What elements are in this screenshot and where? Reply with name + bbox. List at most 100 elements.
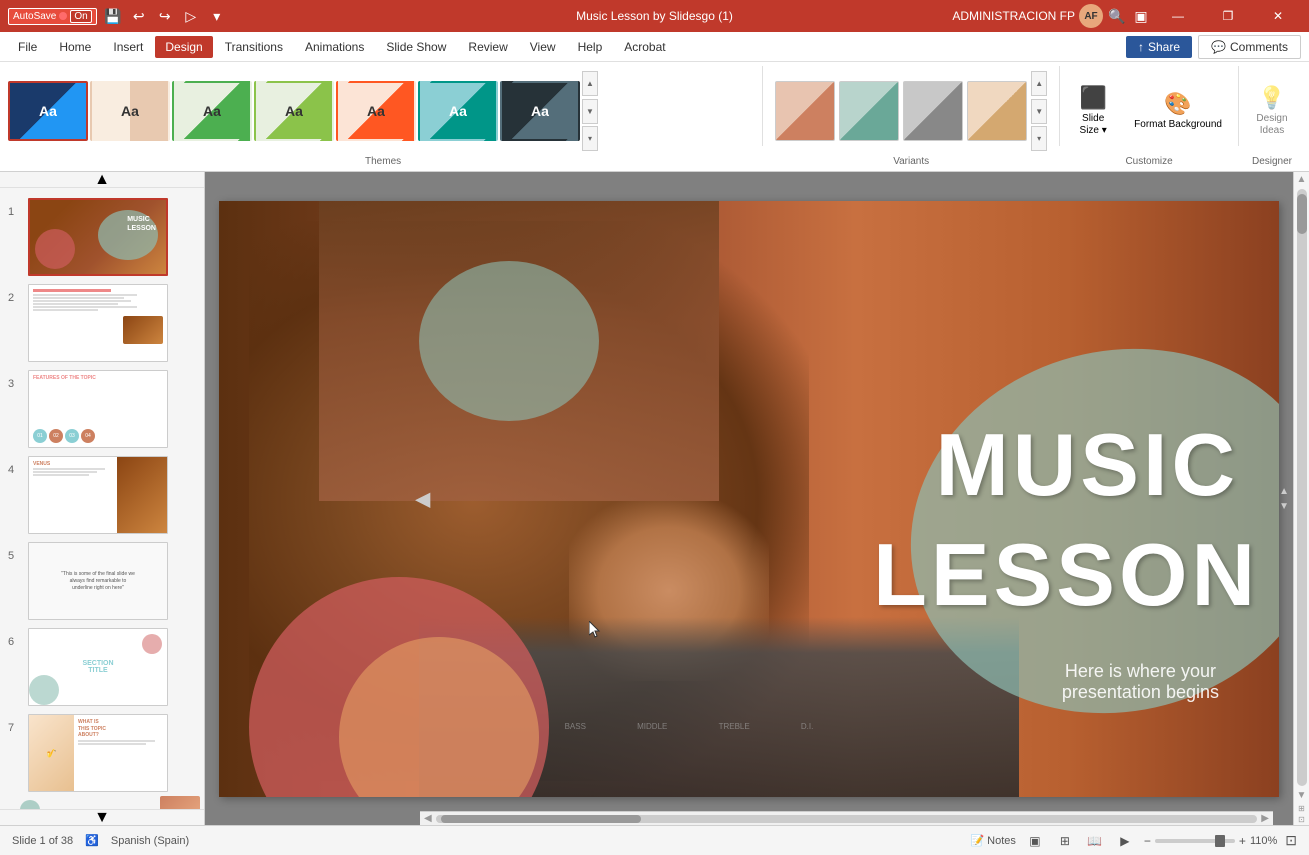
h-scroll-thumb[interactable]	[441, 815, 641, 823]
slide-size-button[interactable]: ⬛ SlideSize ▾	[1068, 81, 1118, 141]
variants-scroll-down[interactable]: ▼	[1031, 99, 1047, 124]
redo-icon[interactable]: ↪	[155, 6, 175, 26]
zoom-slider[interactable]	[1155, 839, 1235, 843]
variant-1[interactable]	[775, 81, 835, 141]
zoom-in-button[interactable]: +	[1239, 834, 1246, 848]
slide-thumb-3[interactable]: 3 FEATURES OF THE TOPIC 01 02 03 04	[0, 366, 204, 452]
theme-item-1[interactable]: Aa	[8, 81, 88, 141]
zoom-fit-button[interactable]: ⊡	[1297, 814, 1306, 825]
fit-slide-button[interactable]: ⊡	[1285, 832, 1297, 849]
teal-overlay-small	[419, 261, 599, 421]
menu-help[interactable]: Help	[568, 36, 613, 58]
format-background-button[interactable]: 🎨 Format Background	[1126, 87, 1230, 135]
variants-scroll-up[interactable]: ▲	[1031, 71, 1047, 96]
menu-view[interactable]: View	[520, 36, 566, 58]
theme-item-4[interactable]: Aa	[254, 81, 334, 141]
design-ideas-label: DesignIdeas	[1256, 113, 1287, 137]
menu-acrobat[interactable]: Acrobat	[614, 36, 675, 58]
theme-label-1: Aa	[39, 103, 57, 119]
share-button[interactable]: ↑ Share	[1126, 36, 1192, 58]
restore-button[interactable]: ❐	[1205, 0, 1251, 32]
zoom-level: 110%	[1250, 835, 1277, 847]
reading-view-button[interactable]: 📖	[1084, 830, 1106, 852]
theme-label-7: Aa	[531, 103, 549, 119]
subtitle-line2: presentation begins	[1062, 682, 1219, 702]
v-scroll-thumb[interactable]	[1297, 194, 1307, 234]
theme-label-2: Aa	[121, 103, 139, 119]
more-icon[interactable]: ▾	[207, 6, 227, 26]
thumb-img-1: MUSICLESSON	[28, 198, 168, 276]
theme-item-7[interactable]: Aa	[500, 81, 580, 141]
menu-design[interactable]: Design	[155, 36, 212, 58]
titlebar: AutoSave On 💾 ↩ ↪ ▷ ▾ Music Lesson by Sl…	[0, 0, 1309, 32]
titlebar-title: Music Lesson by Slidesgo (1)	[576, 9, 733, 23]
variants-scroll-more[interactable]: ▾	[1031, 126, 1047, 151]
v-scroll-down[interactable]: ▼	[1295, 788, 1309, 803]
admin-label: ADMINISTRACION FP	[952, 9, 1075, 23]
normal-view-button[interactable]: ▣	[1024, 830, 1046, 852]
minimize-button[interactable]: —	[1155, 0, 1201, 32]
prev-slide-button[interactable]: ◀	[415, 486, 430, 511]
scroll-up-button[interactable]: ▲	[582, 71, 598, 96]
design-ideas-button[interactable]: 💡 DesignIdeas	[1247, 81, 1297, 141]
autosave-badge[interactable]: AutoSave On	[8, 8, 97, 25]
zoom-out-button[interactable]: −	[1144, 834, 1151, 848]
slide-thumb-6[interactable]: 6 SECTION TITLE	[0, 624, 204, 710]
menu-insert[interactable]: Insert	[103, 36, 153, 58]
ribbon: Aa Aa Aa Aa Aa Aa Aa ▲ ▼ ▾	[0, 62, 1309, 172]
slide-thumb-7[interactable]: 7 🎷 WHAT ISTHIS TOPICABOUT?	[0, 710, 204, 796]
slide-sorter-button[interactable]: ⊞	[1054, 830, 1076, 852]
slide-num-1: 1	[8, 206, 22, 218]
v-scroll-up[interactable]: ▲	[1295, 172, 1309, 187]
save-icon[interactable]: 💾	[103, 6, 123, 26]
v-scrollbar[interactable]: ▲ ▼ ⊞ ⊡	[1293, 172, 1309, 825]
amp-labels: BASSMIDDLETREBLED.I.	[539, 717, 839, 737]
menu-transitions[interactable]: Transitions	[215, 36, 293, 58]
titlebar-right: ADMINISTRACION FP AF 🔍 ▣ — ❐ ✕	[952, 0, 1301, 32]
h-scroll-right[interactable]: ▶	[1261, 813, 1269, 824]
slideshow-button[interactable]: ▶	[1114, 830, 1136, 852]
menu-slideshow[interactable]: Slide Show	[376, 36, 456, 58]
ribbon-toggle-icon[interactable]: ▣	[1131, 6, 1151, 26]
scroll-more-button[interactable]: ▾	[582, 126, 598, 151]
notes-button[interactable]: 📝 Notes	[970, 834, 1015, 847]
panel-scroll-down[interactable]: ▼	[0, 809, 204, 825]
canvas-scrollbar[interactable]: ▲ ▼	[1279, 486, 1289, 512]
menu-review[interactable]: Review	[458, 36, 517, 58]
search-icon[interactable]: 🔍	[1107, 6, 1127, 26]
theme-item-5[interactable]: Aa	[336, 81, 416, 141]
scroll-down-button[interactable]: ▼	[582, 99, 598, 124]
slide-num-2: 2	[8, 292, 22, 304]
menu-file[interactable]: File	[8, 36, 47, 58]
slide-thumb-1[interactable]: 1 MUSICLESSON	[0, 194, 204, 280]
themes-label: Themes	[8, 156, 758, 171]
h-scroll-left[interactable]: ◀	[424, 813, 432, 824]
theme-item-6[interactable]: Aa	[418, 81, 498, 141]
slide-num-5: 5	[8, 550, 22, 562]
variant-3[interactable]	[903, 81, 963, 141]
titlebar-left: AutoSave On 💾 ↩ ↪ ▷ ▾	[8, 6, 227, 26]
variant-2[interactable]	[839, 81, 899, 141]
slide-thumb-4[interactable]: 4 VENUS	[0, 452, 204, 538]
h-scroll-track	[436, 815, 1258, 823]
accessibility-icon[interactable]: ♿	[85, 834, 99, 847]
slide-subtitle: Here is where your presentation begins	[1062, 661, 1219, 703]
thumb-img-5: "This is some of the final slide wealway…	[28, 542, 168, 620]
panel-scroll-up[interactable]: ▲	[0, 172, 204, 188]
present-icon[interactable]: ▷	[181, 6, 201, 26]
slide-thumb-5[interactable]: 5 "This is some of the final slide wealw…	[0, 538, 204, 624]
fit-page-button[interactable]: ⊞	[1297, 803, 1306, 814]
avatar[interactable]: AF	[1079, 4, 1103, 28]
comments-button[interactable]: 💬 Comments	[1198, 35, 1301, 59]
menu-animations[interactable]: Animations	[295, 36, 374, 58]
theme-item-2[interactable]: Aa	[90, 81, 170, 141]
menu-home[interactable]: Home	[49, 36, 101, 58]
variant-4[interactable]	[967, 81, 1027, 141]
close-button[interactable]: ✕	[1255, 0, 1301, 32]
h-scrollbar[interactable]: ◀ ▶	[420, 811, 1273, 825]
slide-thumb-2[interactable]: 2	[0, 280, 204, 366]
autosave-label: AutoSave	[13, 11, 56, 22]
theme-item-3[interactable]: Aa	[172, 81, 252, 141]
canvas-area: ◀ ▲ ▼ BASSMIDDLETREBLED.I.	[205, 172, 1293, 825]
undo-icon[interactable]: ↩	[129, 6, 149, 26]
